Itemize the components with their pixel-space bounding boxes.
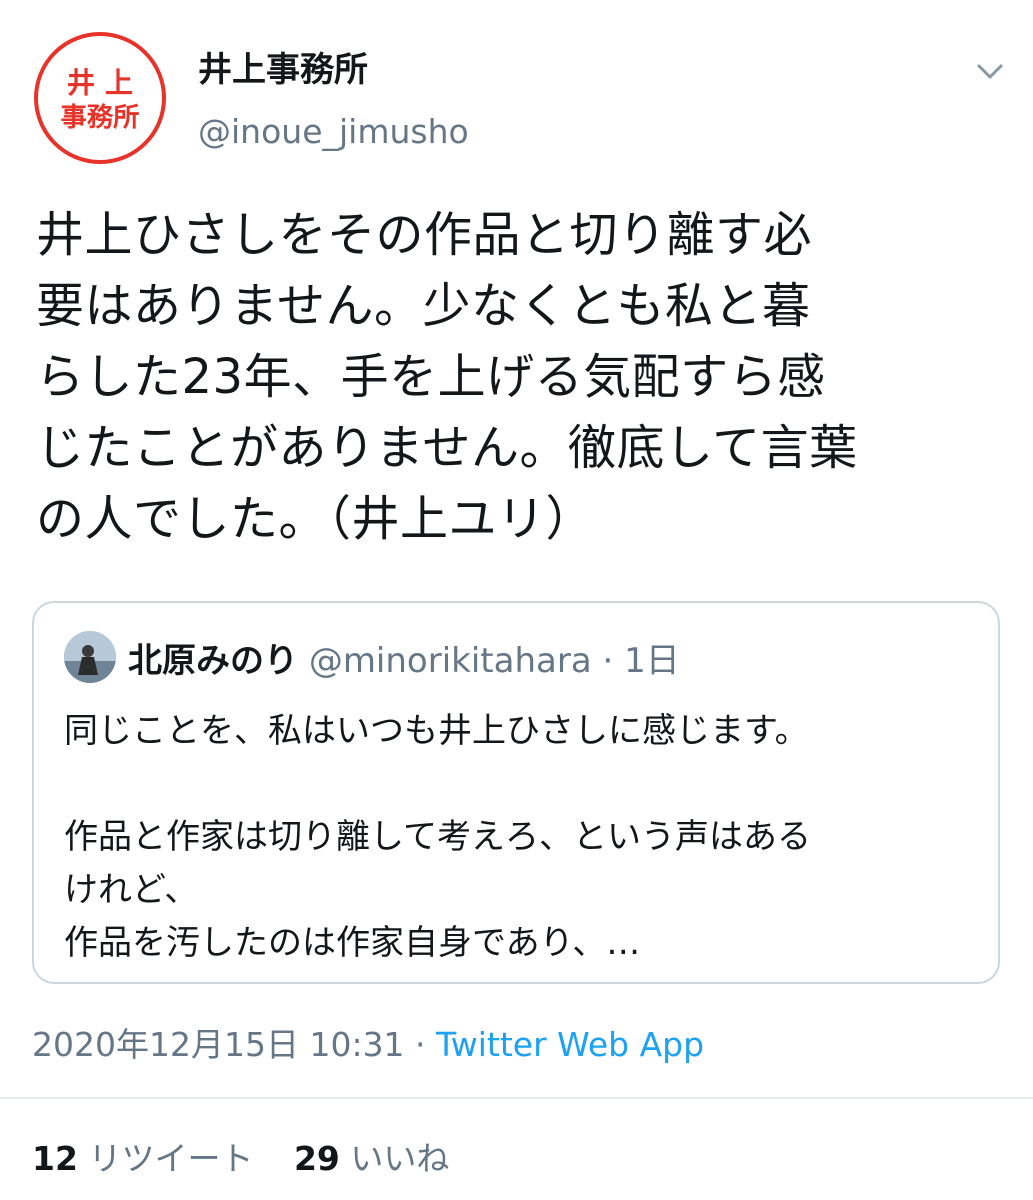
author-handle[interactable]: @inoue_jimusho: [198, 112, 469, 151]
quoted-tweet-header: 北原みのり @minorikitahara · 1日: [128, 633, 680, 682]
tweet-text-line: 井上ひさしをその作品と切り離す必: [36, 207, 813, 263]
chevron-down-icon: [977, 64, 1003, 79]
svg-text:事務所: 事務所: [61, 103, 140, 133]
likes-stat[interactable]: 29 いいね: [294, 1132, 449, 1180]
quoted-text-line: 作品と作家は切り離して考えろ、という声はある: [64, 817, 811, 857]
tweet-text-line: の人でした。（井上ユリ）: [36, 491, 595, 547]
tweet-menu-button[interactable]: [970, 52, 1010, 92]
tweet-text-line: らした23年、手を上げる気配すら感: [36, 349, 826, 405]
like-count: 29: [293, 1139, 340, 1178]
like-label: いいね: [350, 1139, 450, 1178]
quoted-author-handle: @minorikitahara: [308, 641, 592, 681]
quoted-text-line: 作品を汚したのは作家自身であり、…: [64, 923, 641, 963]
divider: [0, 1097, 1033, 1099]
quoted-author-avatar: [64, 631, 116, 683]
meta-separator: ·: [404, 1025, 437, 1064]
author-avatar[interactable]: 井 上 事務所: [34, 32, 166, 164]
tweet-meta: 2020年12月15日 10:31 · Twitter Web App: [32, 1018, 704, 1066]
tweet-timestamp[interactable]: 2020年12月15日 10:31: [32, 1025, 405, 1064]
tweet-text: 井上ひさしをその作品と切り離す必 要はありません。少なくとも私と暮 らした23年…: [36, 200, 1016, 555]
retweets-stat[interactable]: 12 リツイート: [32, 1132, 253, 1180]
quoted-separator: ·: [602, 641, 614, 681]
quoted-text-line: [64, 758, 964, 811]
tweet-source-link[interactable]: Twitter Web App: [436, 1025, 704, 1064]
tweet-text-line: 要はありません。少なくとも私と暮: [36, 278, 811, 334]
author-display-name[interactable]: 井上事務所: [198, 42, 368, 91]
svg-text:井 上: 井 上: [67, 66, 133, 99]
tweet-stats: 12 リツイート 29 いいね: [32, 1132, 449, 1180]
avatar-logo: 井 上 事務所: [61, 66, 140, 133]
quoted-text-line: 同じことを、私はいつも井上ひさしに感じます。: [64, 711, 809, 751]
retweet-count: 12: [32, 1139, 78, 1178]
retweet-label: リツイート: [88, 1139, 254, 1178]
tweet-text-line: じたことがありません。徹底して言葉: [36, 420, 858, 476]
quoted-tweet-text: 同じことを、私はいつも井上ひさしに感じます。 作品と作家は切り離して考えろ、とい…: [64, 705, 964, 970]
quoted-timestamp: 1日: [624, 641, 680, 681]
quoted-tweet-card[interactable]: 北原みのり @minorikitahara · 1日 同じことを、私はいつも井上…: [32, 601, 1000, 984]
quoted-text-line: けれど、: [64, 870, 199, 910]
quoted-author-name: 北原みのり: [128, 641, 298, 681]
